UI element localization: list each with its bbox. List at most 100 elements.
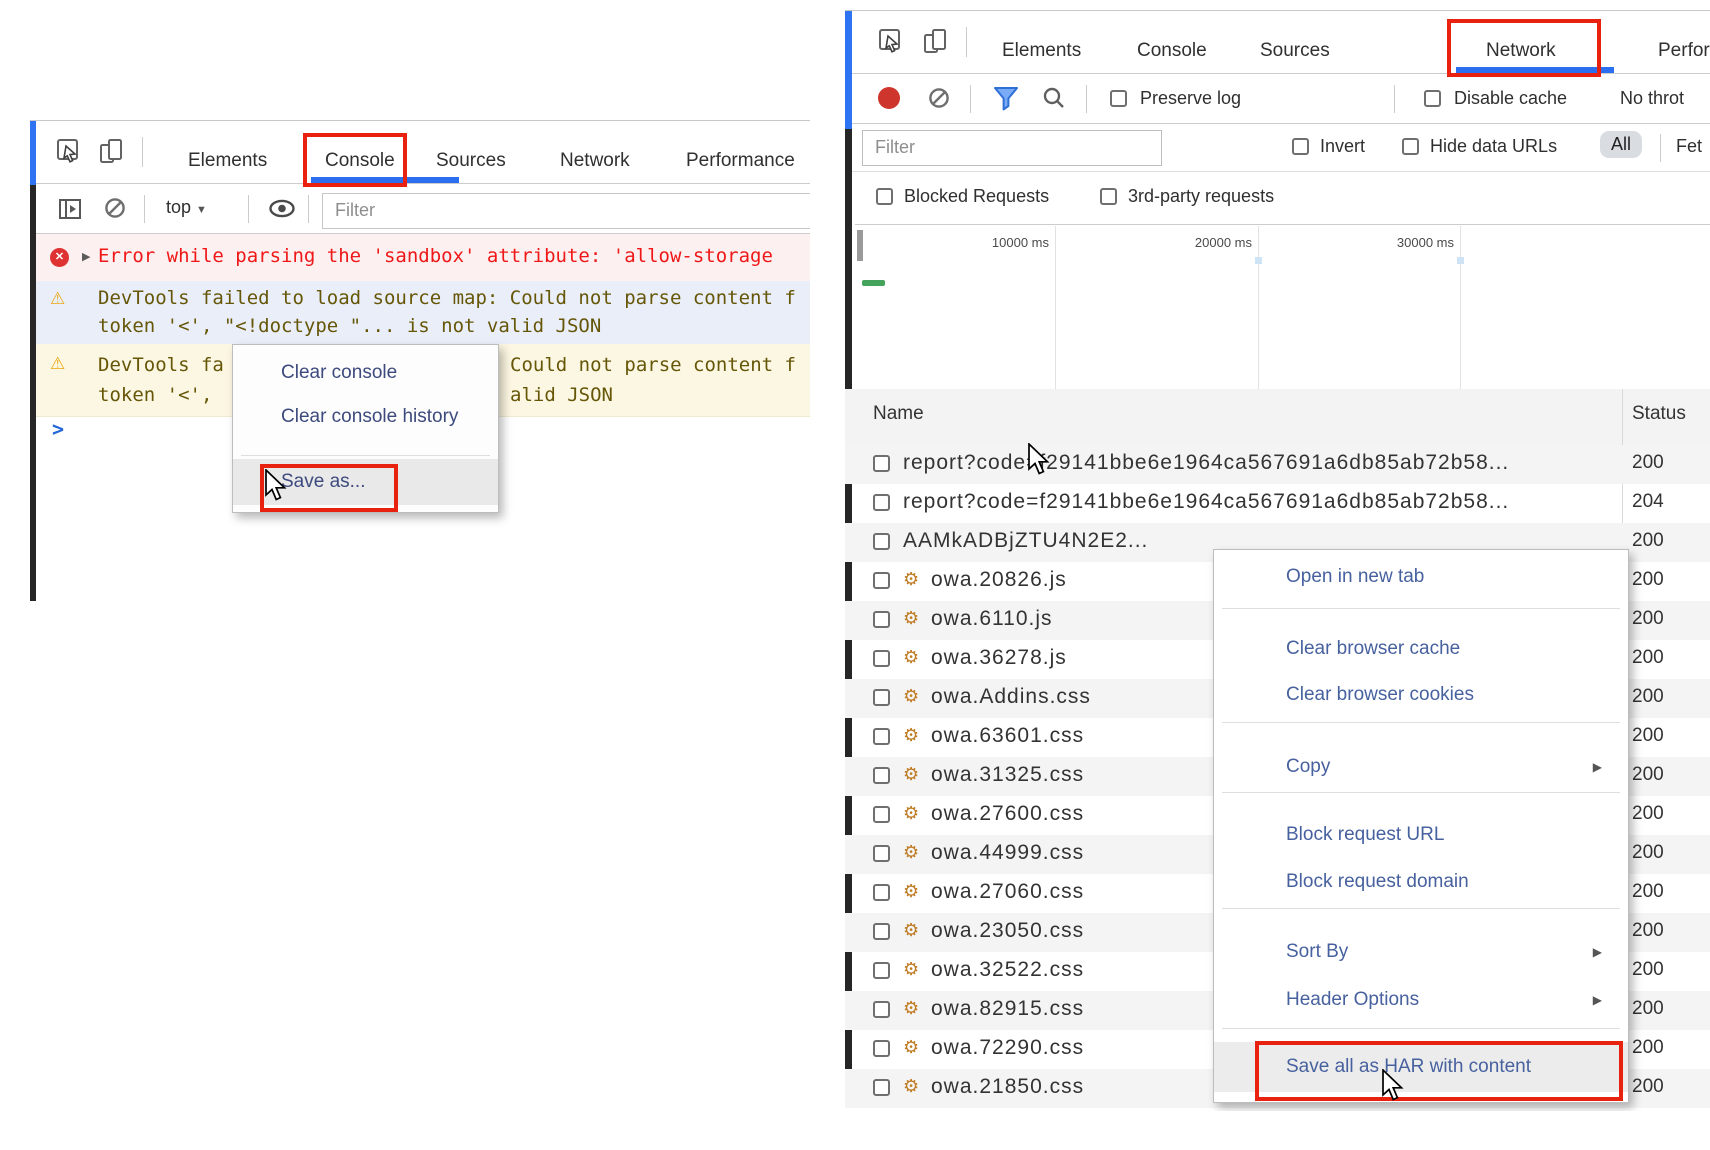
- row-checkbox[interactable]: [873, 455, 890, 472]
- filter-funnel-icon[interactable]: [992, 86, 1020, 117]
- request-status: 200: [1632, 959, 1664, 981]
- menu-item-sort-by[interactable]: Sort By ▶: [1214, 930, 1628, 974]
- menu-item-clear-console[interactable]: Clear console: [233, 351, 498, 395]
- menu-item-clear-browser-cookies[interactable]: Clear browser cookies: [1214, 673, 1628, 717]
- timeline-overview[interactable]: 10000 ms 20000 ms 30000 ms: [855, 224, 1710, 391]
- request-name: owa.23050.css: [931, 919, 1084, 943]
- menu-item-block-request-url[interactable]: Block request URL: [1214, 813, 1628, 857]
- menu-item-open-in-new-tab[interactable]: Open in new tab: [1214, 555, 1628, 599]
- row-checkbox[interactable]: [873, 845, 890, 862]
- row-checkbox[interactable]: [873, 611, 890, 628]
- devtools-network-panel: Elements Console Sources Network Perform…: [845, 10, 1710, 1111]
- third-party-checkbox[interactable]: [1100, 188, 1117, 205]
- clear-console-icon[interactable]: [104, 197, 127, 225]
- disable-cache-checkbox[interactable]: [1424, 90, 1441, 107]
- network-context-menu: Open in new tab Clear browser cache Clea…: [1213, 549, 1629, 1103]
- row-checkbox[interactable]: [873, 728, 890, 745]
- row-checkbox[interactable]: [873, 572, 890, 589]
- request-status: 200: [1632, 1076, 1664, 1098]
- row-checkbox[interactable]: [873, 494, 890, 511]
- clear-icon[interactable]: [928, 87, 951, 115]
- record-icon[interactable]: [878, 87, 900, 109]
- row-checkbox[interactable]: [873, 533, 890, 550]
- inspect-icon[interactable]: [878, 28, 904, 60]
- warning-message-line1: DevTools failed to load source map: Coul…: [98, 287, 796, 309]
- tab-performance[interactable]: Perform: [1658, 40, 1710, 62]
- network-row[interactable]: report?code=f29141bbe6e1964ca567691a6db8…: [845, 484, 1710, 523]
- blocked-requests-checkbox[interactable]: [876, 188, 893, 205]
- tab-performance[interactable]: Performance: [686, 150, 795, 172]
- hide-data-urls-label[interactable]: Hide data URLs: [1430, 136, 1557, 157]
- row-checkbox[interactable]: [873, 806, 890, 823]
- invert-checkbox[interactable]: [1292, 138, 1309, 155]
- blocked-requests-label[interactable]: Blocked Requests: [904, 186, 1049, 207]
- filter-all-pill[interactable]: All: [1600, 131, 1642, 158]
- menu-item-header-options[interactable]: Header Options ▶: [1214, 978, 1628, 1022]
- invert-label[interactable]: Invert: [1320, 136, 1365, 157]
- filter-placeholder: Filter: [875, 137, 915, 158]
- tab-elements[interactable]: Elements: [1002, 40, 1081, 62]
- status-column-header[interactable]: Status: [1632, 403, 1686, 425]
- console-prompt[interactable]: >: [52, 417, 64, 441]
- expand-triangle-icon[interactable]: ▶: [82, 250, 90, 263]
- hide-data-urls-checkbox[interactable]: [1402, 138, 1419, 155]
- mouse-cursor: [1027, 443, 1051, 482]
- row-checkbox[interactable]: [873, 767, 890, 784]
- preserve-log-checkbox[interactable]: [1110, 90, 1127, 107]
- menu-item-label: Header Options: [1286, 989, 1419, 1010]
- search-icon[interactable]: [1042, 86, 1066, 115]
- request-status: 200: [1632, 998, 1664, 1020]
- row-checkbox[interactable]: [873, 689, 890, 706]
- tab-console[interactable]: Console: [1137, 40, 1207, 62]
- row-checkbox[interactable]: [873, 923, 890, 940]
- row-checkbox[interactable]: [873, 1079, 890, 1096]
- preserve-log-label[interactable]: Preserve log: [1140, 88, 1241, 109]
- menu-separator: [241, 455, 490, 456]
- file-gear-icon: ⚙: [903, 881, 919, 902]
- device-toolbar-icon[interactable]: [98, 138, 125, 170]
- network-row[interactable]: report?code=f29141bbe6e1964ca567691a6db8…: [845, 445, 1710, 484]
- name-column-header[interactable]: Name: [873, 403, 924, 425]
- console-error-row[interactable]: ✕ ▶ Error while parsing the 'sandbox' at…: [36, 234, 810, 282]
- warning-message-fragment: token '<',: [98, 384, 212, 406]
- device-toolbar-icon[interactable]: [922, 28, 949, 60]
- tab-sources[interactable]: Sources: [1260, 40, 1330, 62]
- network-filter-input[interactable]: Filter: [862, 130, 1162, 166]
- file-gear-icon: ⚙: [903, 1076, 919, 1097]
- console-sidebar-icon[interactable]: [58, 197, 82, 226]
- tab-bar: Elements Console Sources Network Perform…: [36, 121, 810, 184]
- tab-sources[interactable]: Sources: [436, 150, 506, 172]
- menu-item-clear-browser-cache[interactable]: Clear browser cache: [1214, 627, 1628, 671]
- request-name: owa.20826.js: [931, 568, 1067, 592]
- third-party-label[interactable]: 3rd-party requests: [1128, 186, 1274, 207]
- row-checkbox[interactable]: [873, 1040, 890, 1057]
- eye-icon[interactable]: [268, 199, 296, 223]
- menu-item-copy[interactable]: Copy ▶: [1214, 745, 1628, 789]
- error-icon: ✕: [50, 248, 69, 267]
- request-status: 200: [1632, 881, 1664, 903]
- tab-network[interactable]: Network: [560, 150, 630, 172]
- menu-item-block-request-domain[interactable]: Block request domain: [1214, 860, 1628, 904]
- mouse-cursor: [1381, 1069, 1405, 1108]
- file-gear-icon: ⚙: [903, 608, 919, 629]
- console-filter-input[interactable]: Filter: [322, 193, 810, 229]
- request-name: report?code=f29141bbe6e1964ca567691a6db8…: [903, 490, 1509, 514]
- file-gear-icon: ⚙: [903, 647, 919, 668]
- row-checkbox[interactable]: [873, 1001, 890, 1018]
- disable-cache-label[interactable]: Disable cache: [1454, 88, 1567, 109]
- menu-item-clear-console-history[interactable]: Clear console history: [233, 395, 498, 439]
- throttling-dropdown[interactable]: No throt: [1620, 88, 1684, 109]
- console-warning-row[interactable]: ⚠ DevTools failed to load source map: Co…: [36, 281, 810, 345]
- menu-item-label: Block request URL: [1286, 824, 1444, 845]
- request-name: owa.27060.css: [931, 880, 1084, 904]
- inspect-icon[interactable]: [56, 138, 82, 170]
- row-checkbox[interactable]: [873, 962, 890, 979]
- row-checkbox[interactable]: [873, 884, 890, 901]
- context-selector[interactable]: top ▼: [166, 197, 207, 218]
- overview-scrubber[interactable]: [857, 230, 863, 261]
- request-name: owa.6110.js: [931, 607, 1053, 631]
- row-checkbox[interactable]: [873, 650, 890, 667]
- tab-elements[interactable]: Elements: [188, 150, 267, 172]
- menu-separator: [1222, 908, 1620, 909]
- filter-fetch-xhr[interactable]: Fet: [1676, 136, 1702, 157]
